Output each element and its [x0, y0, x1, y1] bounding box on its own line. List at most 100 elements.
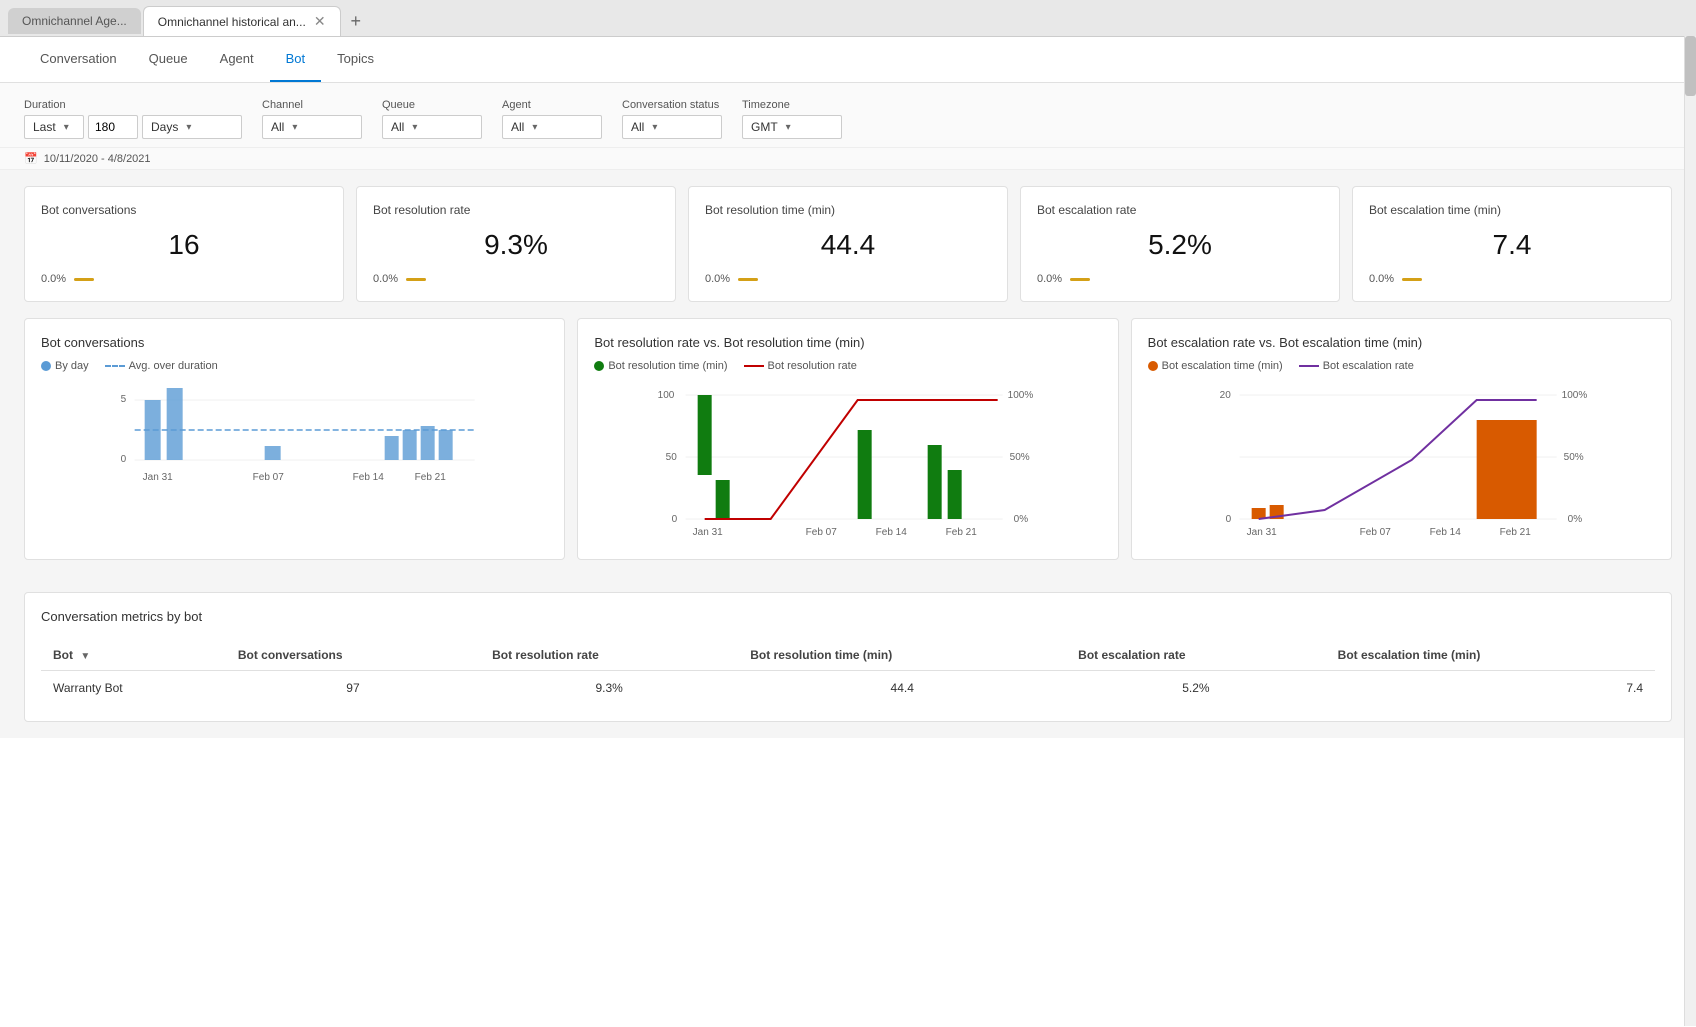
svg-text:0%: 0% — [1014, 514, 1029, 525]
date-range: 📅 10/11/2020 - 4/8/2021 — [0, 148, 1696, 169]
scrollbar-thumb[interactable] — [1685, 36, 1696, 96]
kpi-bot-escalation-rate-indicator — [1070, 278, 1090, 281]
svg-text:100%: 100% — [1008, 390, 1034, 401]
kpi-bot-escalation-rate-change: 0.0% — [1037, 273, 1062, 285]
queue-label: Queue — [382, 99, 482, 111]
col-escalation-time: Bot escalation time (min) — [1326, 640, 1655, 671]
duration-unit-select[interactable]: Days ▾ — [142, 115, 242, 139]
main-content: Conversation Queue Agent Bot Topics Dura… — [0, 37, 1696, 1027]
charts-row: Bot conversations By day Avg. over durat… — [0, 318, 1696, 576]
add-tab-button[interactable]: + — [343, 7, 370, 36]
table-header-row: Bot ▼ Bot conversations Bot resolution r… — [41, 640, 1655, 671]
chevron-down-icon-4: ▾ — [412, 122, 417, 133]
resolution-rate-chart-title: Bot resolution rate vs. Bot resolution t… — [594, 335, 1101, 350]
kpi-bot-resolution-rate-change: 0.0% — [373, 273, 398, 285]
kpi-bot-resolution-time: Bot resolution time (min) 44.4 0.0% — [688, 186, 1008, 302]
svg-text:50%: 50% — [1010, 452, 1030, 463]
kpi-bot-resolution-rate-indicator — [406, 278, 426, 281]
conversation-metrics-table-card: Conversation metrics by bot Bot ▼ Bot co… — [24, 592, 1672, 722]
bot-conversations-svg: 5 0 Jan 31 Feb 07 — [41, 380, 548, 540]
tab-agent[interactable]: Agent — [204, 37, 270, 82]
kpi-bot-escalation-rate-value: 5.2% — [1037, 221, 1323, 269]
nav-tab-bar: Conversation Queue Agent Bot Topics — [0, 37, 1696, 83]
svg-text:50%: 50% — [1563, 452, 1583, 463]
svg-text:100%: 100% — [1561, 390, 1587, 401]
legend-escalation-time-label: Bot escalation time (min) — [1162, 360, 1283, 372]
row-resolution-time: 44.4 — [738, 671, 1066, 706]
legend-avg-label: Avg. over duration — [129, 360, 218, 372]
scrollbar[interactable] — [1684, 36, 1696, 1026]
close-tab-icon[interactable]: ✕ — [314, 13, 326, 30]
conversation-status-select[interactable]: All ▾ — [622, 115, 722, 139]
svg-text:5: 5 — [121, 394, 127, 405]
legend-escalation-rate-label: Bot escalation rate — [1323, 360, 1414, 372]
tab-1-label: Omnichannel Age... — [22, 14, 127, 28]
tab-queue[interactable]: Queue — [133, 37, 204, 82]
svg-text:Feb 21: Feb 21 — [1499, 527, 1531, 538]
sort-icon[interactable]: ▼ — [80, 651, 90, 662]
kpi-bot-conversations: Bot conversations 16 0.0% — [24, 186, 344, 302]
tab-2-label: Omnichannel historical an... — [158, 15, 306, 29]
calendar-icon: 📅 — [24, 152, 38, 165]
row-conversations: 97 — [226, 671, 480, 706]
kpi-bot-conversations-value: 16 — [41, 221, 327, 269]
timezone-select[interactable]: GMT ▾ — [742, 115, 842, 139]
svg-text:50: 50 — [666, 452, 678, 463]
tab-conversation[interactable]: Conversation — [24, 37, 133, 82]
col-bot: Bot ▼ — [41, 640, 226, 671]
bot-conversations-chart: Bot conversations By day Avg. over durat… — [24, 318, 565, 560]
svg-text:Feb 14: Feb 14 — [876, 527, 908, 538]
bot-conversations-chart-title: Bot conversations — [41, 335, 548, 350]
col-escalation-rate: Bot escalation rate — [1066, 640, 1326, 671]
tab-topics[interactable]: Topics — [321, 37, 390, 82]
table-row: Warranty Bot 97 9.3% 44.4 5.2% 7.4 — [41, 671, 1655, 706]
browser-tab-2[interactable]: Omnichannel historical an... ✕ — [143, 6, 341, 36]
legend-resolution-time-label: Bot resolution time (min) — [608, 360, 727, 372]
conversation-status-filter: Conversation status All ▾ — [622, 99, 722, 139]
resolution-rate-svg: 100 50 0 100% 50% 0% Jan 3 — [594, 380, 1101, 540]
svg-text:Jan 31: Jan 31 — [1246, 527, 1276, 538]
date-range-text: 10/11/2020 - 4/8/2021 — [44, 153, 151, 165]
svg-text:0: 0 — [1225, 514, 1231, 525]
queue-filter: Queue All ▾ — [382, 99, 482, 139]
svg-text:0%: 0% — [1567, 514, 1582, 525]
channel-select[interactable]: All ▾ — [262, 115, 362, 139]
tab-bot[interactable]: Bot — [270, 37, 322, 82]
kpi-bot-resolution-rate-title: Bot resolution rate — [373, 203, 659, 217]
channel-filter: Channel All ▾ — [262, 99, 362, 139]
svg-text:0: 0 — [672, 514, 678, 525]
legend-resolution-rate-line — [744, 365, 764, 367]
escalation-rate-svg: 20 0 100% 50% 0% Jan 31 Feb 07 — [1148, 380, 1655, 540]
legend-avg-dash — [105, 365, 125, 367]
browser-tab-1[interactable]: Omnichannel Age... — [8, 8, 141, 34]
timezone-filter: Timezone GMT ▾ — [742, 99, 842, 139]
chevron-down-icon-6: ▾ — [652, 122, 657, 133]
agent-select[interactable]: All ▾ — [502, 115, 602, 139]
row-resolution-rate: 9.3% — [480, 671, 738, 706]
conversation-status-label: Conversation status — [622, 99, 722, 111]
col-conversations: Bot conversations — [226, 640, 480, 671]
duration-value-input[interactable] — [88, 115, 138, 139]
kpi-bot-resolution-time-indicator — [738, 278, 758, 281]
row-bot-name: Warranty Bot — [41, 671, 226, 706]
svg-text:Feb 14: Feb 14 — [1429, 527, 1461, 538]
legend-by-day-label: By day — [55, 360, 89, 372]
svg-text:Feb 07: Feb 07 — [253, 472, 285, 483]
chevron-down-icon-2: ▾ — [186, 122, 191, 133]
kpi-bot-escalation-time-change: 0.0% — [1369, 273, 1394, 285]
browser-tab-bar: Omnichannel Age... Omnichannel historica… — [0, 0, 1696, 37]
escalation-rate-chart: Bot escalation rate vs. Bot escalation t… — [1131, 318, 1672, 560]
kpi-bot-escalation-time-value: 7.4 — [1369, 221, 1655, 269]
chevron-down-icon: ▾ — [64, 122, 69, 133]
svg-text:Feb 14: Feb 14 — [353, 472, 385, 483]
legend-escalation-time-dot — [1148, 361, 1158, 371]
svg-text:Feb 21: Feb 21 — [415, 472, 447, 483]
svg-text:Jan 31: Jan 31 — [143, 472, 173, 483]
kpi-bot-resolution-rate-value: 9.3% — [373, 221, 659, 269]
svg-text:Feb 07: Feb 07 — [806, 527, 838, 538]
svg-text:100: 100 — [658, 390, 675, 401]
kpi-bot-resolution-time-title: Bot resolution time (min) — [705, 203, 991, 217]
queue-select[interactable]: All ▾ — [382, 115, 482, 139]
channel-label: Channel — [262, 99, 362, 111]
duration-preset-select[interactable]: Last ▾ — [24, 115, 84, 139]
